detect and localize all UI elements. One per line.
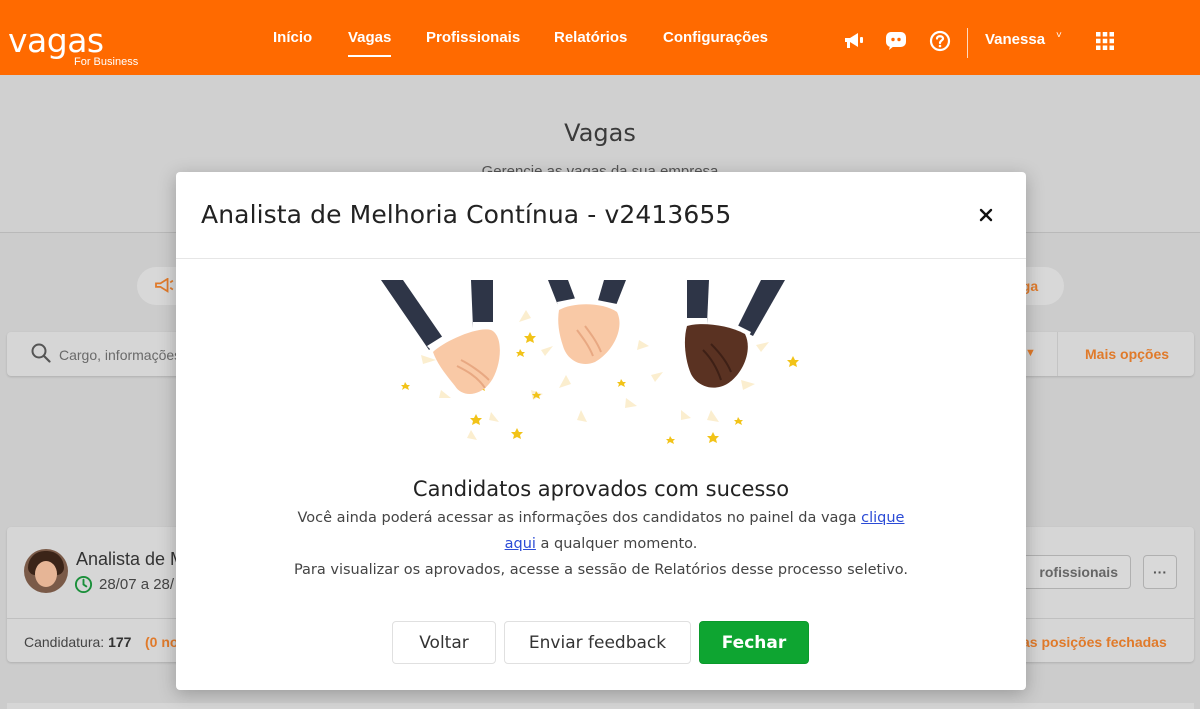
approval-success-modal: Analista de Melhoria Contínua - v2413655: [176, 172, 1026, 690]
clique-aqui-link[interactable]: clique: [861, 510, 904, 526]
candidatura-new-count[interactable]: (0 no: [145, 634, 178, 650]
job-date-range: 28/07 a 28/: [99, 576, 175, 593]
nav-vagas[interactable]: Vagas: [348, 29, 392, 57]
close-button[interactable]: Fechar: [699, 621, 809, 664]
clapping-hands-illustration: [381, 280, 799, 444]
chevron-down-icon[interactable]: ˅: [1056, 30, 1062, 41]
avatar: [24, 549, 68, 593]
job-title[interactable]: Analista de M: [76, 549, 185, 570]
nav-divider: [967, 28, 968, 58]
close-icon[interactable]: [973, 202, 999, 228]
help-icon[interactable]: [929, 30, 951, 52]
next-card-edge: [7, 703, 1194, 709]
more-actions-button[interactable]: ···: [1143, 555, 1177, 589]
closed-positions-link[interactable]: as posições fechadas: [1022, 634, 1167, 650]
chevron-down-icon[interactable]: ▼: [1025, 347, 1036, 359]
vagas-logo[interactable]: vagas For Business: [8, 24, 158, 69]
logo-text: vagas: [8, 21, 104, 60]
chat-icon[interactable]: [885, 30, 907, 52]
profissionais-button[interactable]: rofissionais: [1012, 555, 1131, 589]
reports-hint: Para visualizar os aprovados, acesse a s…: [293, 562, 909, 578]
logo-subtitle: For Business: [74, 56, 139, 68]
megaphone-icon[interactable]: [843, 30, 865, 52]
apps-grid-icon[interactable]: [1094, 30, 1116, 52]
search-input[interactable]: Cargo, informações: [59, 347, 181, 363]
megaphone-icon: [155, 278, 174, 293]
nav-configuracoes[interactable]: Configurações: [663, 29, 768, 47]
success-title: Candidatos aprovados com sucesso: [412, 477, 790, 501]
search-divider: [1057, 332, 1058, 376]
search-icon: [31, 343, 51, 368]
candidatura-count: Candidatura: 177: [24, 634, 132, 650]
clock-icon: [74, 575, 93, 599]
send-feedback-button[interactable]: Enviar feedback: [504, 621, 691, 664]
clique-aqui-link[interactable]: aqui: [505, 536, 536, 552]
modal-title: Analista de Melhoria Contínua - v2413655: [201, 200, 732, 229]
nav-relatorios[interactable]: Relatórios: [554, 29, 627, 47]
success-description: Você ainda poderá acessar as informações…: [297, 510, 905, 552]
top-navigation-bar: vagas For Business Início Vagas Profissi…: [0, 0, 1200, 75]
back-button[interactable]: Voltar: [392, 621, 496, 664]
modal-divider: [176, 258, 1026, 259]
page-title: Vagas: [564, 119, 636, 147]
more-options-button[interactable]: Mais opções: [1085, 346, 1169, 362]
nav-inicio[interactable]: Início: [273, 29, 312, 47]
user-menu[interactable]: Vanessa: [985, 31, 1045, 49]
nav-profissionais[interactable]: Profissionais: [426, 29, 520, 47]
